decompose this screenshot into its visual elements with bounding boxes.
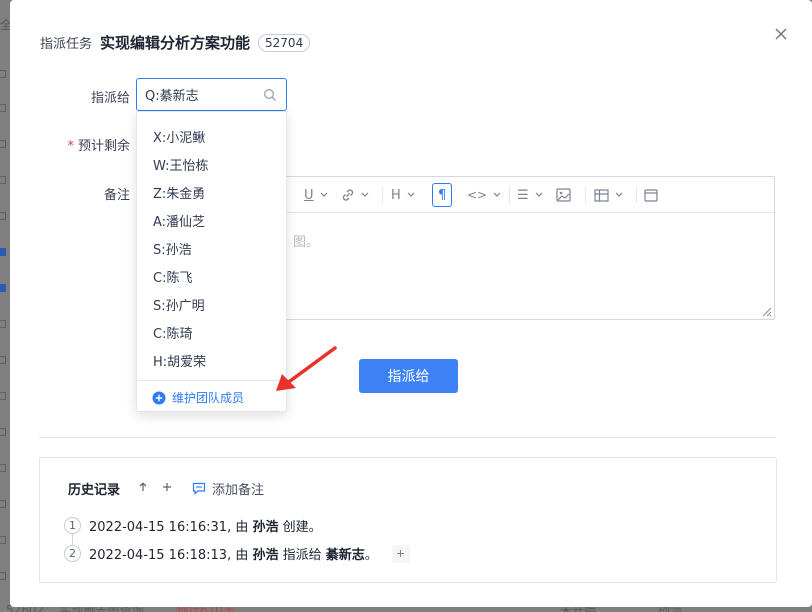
bg-checkbox xyxy=(0,572,6,580)
assignee-option[interactable]: H:胡爱荣 xyxy=(153,351,206,370)
assignee-option[interactable]: S:孙浩 xyxy=(153,239,192,258)
heading-button[interactable]: H xyxy=(391,185,415,205)
required-marker: * xyxy=(67,139,74,154)
add-note-button[interactable]: 添加备注 xyxy=(192,479,264,498)
arrow-up-icon xyxy=(139,482,147,491)
bg-checkbox-checked xyxy=(0,284,6,292)
fullscreen-icon xyxy=(644,188,658,202)
code-icon: <> xyxy=(467,188,488,202)
assignee-option[interactable]: C:陈琦 xyxy=(153,323,192,342)
history-entry-add-button[interactable] xyxy=(391,544,410,563)
table-button[interactable] xyxy=(594,185,623,205)
section-divider xyxy=(39,437,776,438)
history-entry-text: 2022-04-15 16:16:31, 由 孙浩 创建。 xyxy=(89,520,322,535)
assignee-dropdown: X:小泥鳅 W:王怡栋 Z:朱金勇 A:潘仙芝 S:孙浩 C:陈飞 S:孙广明 … xyxy=(136,111,287,412)
bg-checkbox xyxy=(0,212,6,220)
assign-to-label: 指派给 xyxy=(90,91,130,106)
bg-checkbox xyxy=(0,320,6,328)
plus-circle-icon xyxy=(152,391,166,404)
search-icon xyxy=(264,89,276,101)
chevron-down-icon xyxy=(535,192,543,197)
modal-type-label: 指派任务 xyxy=(40,37,93,52)
assign-to-value: Q:綦新志 xyxy=(145,89,199,104)
assignee-option[interactable]: A:潘仙芝 xyxy=(153,211,205,230)
image-button[interactable] xyxy=(556,185,571,205)
underline-icon: U xyxy=(304,187,314,203)
underline-button[interactable]: U xyxy=(304,185,328,205)
manage-team-members-label: 维护团队成员 xyxy=(172,391,245,405)
toolbar-divider xyxy=(509,187,510,203)
image-icon xyxy=(556,188,571,202)
toolbar-divider xyxy=(585,187,586,203)
chevron-down-icon xyxy=(615,192,623,197)
link-button[interactable] xyxy=(341,185,369,205)
history-entry: 2 2022-04-15 16:18:13, 由 孙浩 指派给 綦新志。 xyxy=(64,544,410,563)
bg-checkbox xyxy=(0,392,6,400)
note-label: 备注 xyxy=(103,188,130,203)
add-note-label: 添加备注 xyxy=(212,483,265,498)
assignee-option[interactable]: C:陈飞 xyxy=(153,267,192,286)
modal-header: 指派任务 实现编辑分析方案功能 52704 xyxy=(40,32,311,53)
task-title: 实现编辑分析方案功能 xyxy=(100,34,251,52)
remaining-estimate-label: * 预计剩余 xyxy=(67,139,130,154)
plus-icon xyxy=(163,483,171,491)
history-panel: 历史记录 添加备注 1 2022-04-15 16:16:31, 由 孙浩 创建… xyxy=(39,457,777,583)
bg-checkbox xyxy=(0,70,6,78)
history-title: 历史记录 xyxy=(68,483,121,498)
bg-checkbox xyxy=(0,176,6,184)
plus-icon xyxy=(397,550,405,557)
heading-icon: H xyxy=(391,187,401,203)
bg-checkbox xyxy=(0,500,6,508)
toolbar-divider xyxy=(636,187,637,203)
bg-checkbox xyxy=(0,140,6,148)
assign-task-modal: 指派任务 实现编辑分析方案功能 52704 指派给 Q:綦新志 * 预计剩余 备注… xyxy=(10,0,812,607)
annotation-arrow-icon xyxy=(276,346,337,391)
link-icon xyxy=(342,189,354,201)
chevron-down-icon xyxy=(407,192,415,197)
history-entry: 1 2022-04-15 16:16:31, 由 孙浩 创建。 xyxy=(64,516,322,535)
bg-checkbox xyxy=(0,104,6,112)
editor-placeholder: 图。 xyxy=(293,235,320,250)
code-button[interactable]: <> xyxy=(467,185,501,205)
resize-handle-icon[interactable] xyxy=(760,305,772,317)
list-icon: ☰ xyxy=(517,187,529,203)
manage-team-members-link[interactable]: 维护团队成员 xyxy=(152,389,244,406)
fullscreen-button[interactable] xyxy=(644,185,658,205)
chevron-down-icon xyxy=(493,192,501,197)
history-entry-text: 2022-04-15 16:18:13, 由 孙浩 指派给 綦新志。 xyxy=(89,548,378,563)
chevron-down-icon xyxy=(320,192,327,197)
assignee-option[interactable]: S:孙广明 xyxy=(153,295,205,314)
paragraph-button[interactable]: ¶ xyxy=(432,183,453,207)
table-icon xyxy=(594,188,609,202)
assignee-option[interactable]: X:小泥鳅 xyxy=(153,127,205,146)
task-id-badge: 52704 xyxy=(258,33,311,52)
assign-submit-button[interactable]: 指派给 xyxy=(359,359,458,393)
toolbar-divider xyxy=(382,187,383,203)
bg-checkbox xyxy=(0,464,6,472)
history-sort-button[interactable] xyxy=(134,478,152,496)
list-button[interactable]: ☰ xyxy=(517,185,543,205)
comment-icon xyxy=(192,482,206,495)
history-expand-button[interactable] xyxy=(158,478,176,496)
bg-checkbox xyxy=(0,428,6,436)
close-button[interactable] xyxy=(771,24,791,44)
dropdown-divider xyxy=(137,380,286,381)
paragraph-icon: ¶ xyxy=(438,187,447,203)
close-icon xyxy=(775,28,787,40)
assignee-option[interactable]: Z:朱金勇 xyxy=(153,183,205,202)
assign-to-search-input[interactable]: Q:綦新志 xyxy=(136,78,287,111)
chevron-down-icon xyxy=(361,192,369,197)
bg-checkbox xyxy=(0,356,6,364)
background-page-strip xyxy=(0,0,10,612)
assignee-option[interactable]: W:王怡栋 xyxy=(153,155,208,174)
bg-checkbox xyxy=(0,536,6,544)
history-entry-number: 2 xyxy=(64,545,81,562)
history-entry-number: 1 xyxy=(64,517,81,534)
bg-checkbox-checked xyxy=(0,248,6,256)
